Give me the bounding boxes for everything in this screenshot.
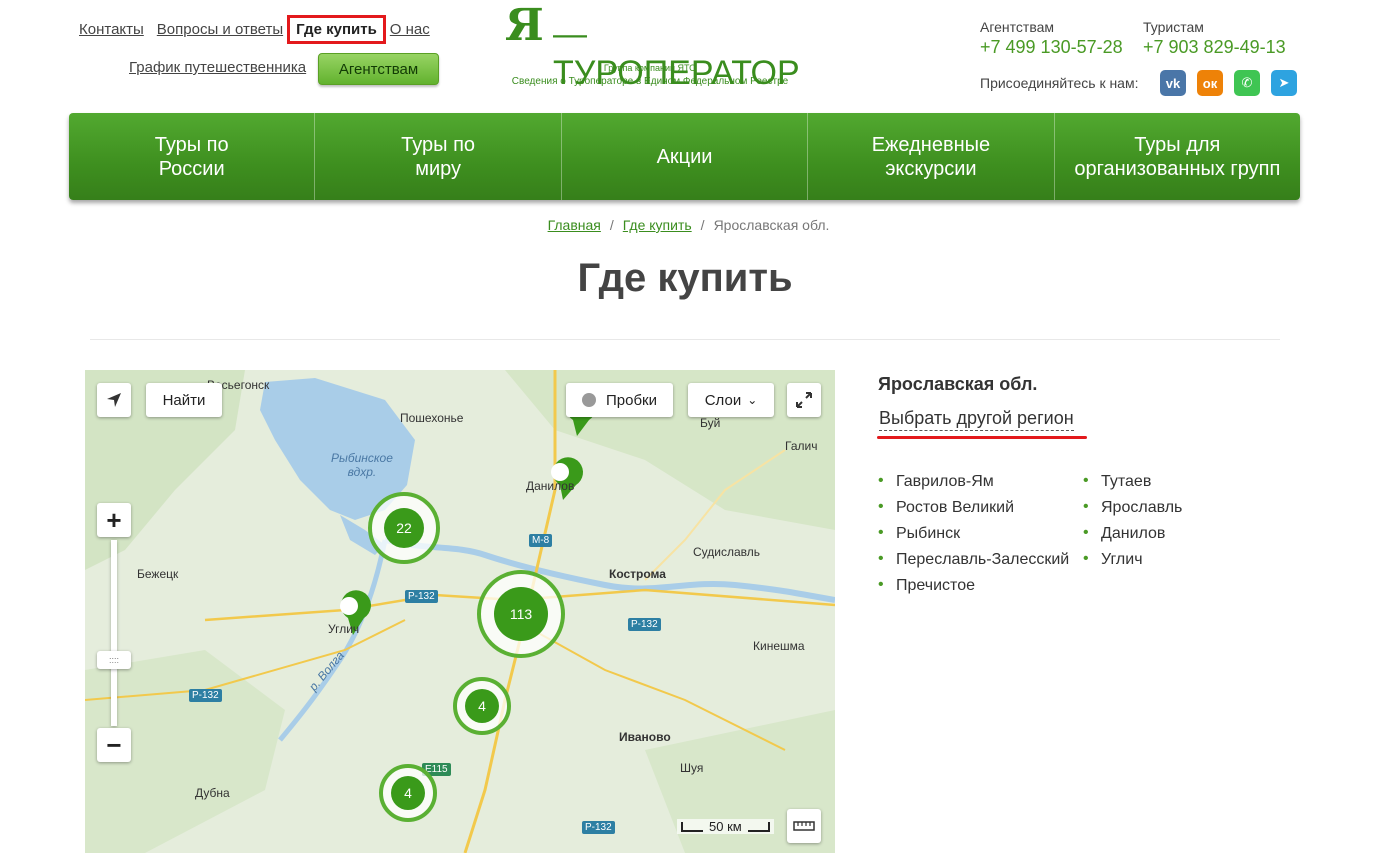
road-badge: Р-132	[628, 618, 661, 631]
nav-world-tours[interactable]: Туры по миру	[315, 113, 562, 200]
traffic-button[interactable]: Пробки	[566, 383, 673, 417]
chevron-down-icon: ⌄	[747, 393, 758, 407]
map-cluster[interactable]: 113	[477, 570, 565, 658]
location-arrow-icon	[107, 393, 121, 407]
telegram-icon[interactable]: ➤	[1271, 70, 1297, 96]
layers-label: Слои	[704, 391, 742, 409]
nav-daily-excursions[interactable]: Ежедневные экскурсии	[808, 113, 1055, 200]
logo-subtitle: Группа компаний ЯТО	[603, 63, 697, 73]
join-label: Присоединяйтесь к нам:	[980, 75, 1139, 91]
breadcrumb-home[interactable]: Главная	[548, 217, 601, 233]
zoom-in-button[interactable]: +	[97, 503, 131, 537]
road-badge: Р-132	[405, 590, 438, 603]
zoom-out-button[interactable]: −	[97, 728, 131, 762]
logo-mark: Я	[505, 0, 544, 51]
ruler-icon	[793, 821, 815, 831]
nav-promotions[interactable]: Акции	[562, 113, 809, 200]
ruler-button[interactable]	[787, 809, 821, 843]
faq-link[interactable]: Вопросы и ответы	[157, 21, 283, 38]
main-nav: Туры по России Туры по миру Акции Ежедне…	[69, 113, 1300, 200]
city-link[interactable]: Пречистое	[878, 576, 1069, 603]
vk-icon[interactable]: vk	[1160, 70, 1186, 96]
page-title: Где купить	[577, 256, 793, 300]
cities-column-1: Гаврилов-Ям Ростов Великий Рыбинск Перес…	[878, 472, 1069, 603]
map-label-sudislavl: Судиславль	[693, 545, 761, 559]
road-badge: Р-132	[582, 821, 615, 834]
map-label-shuya: Шуя	[680, 761, 704, 775]
traveler-schedule-link[interactable]: График путешественника	[129, 59, 306, 76]
breadcrumb-current: Ярославская обл.	[713, 217, 830, 233]
logo[interactable]: Я —ТУРОПЕРАТОР Группа компаний ЯТО Сведе…	[505, 0, 805, 92]
map-scale: 50 км	[677, 819, 774, 834]
highlight-underline	[877, 436, 1087, 439]
breadcrumb-separator: /	[609, 217, 614, 233]
zoom-slider-handle[interactable]: ::::	[97, 651, 131, 669]
scale-label: 50 км	[709, 819, 742, 834]
fullscreen-button[interactable]	[787, 383, 821, 417]
map-label-buy: Буй	[700, 416, 721, 430]
top-links: Контакты Вопросы и ответы Где купить О н…	[79, 15, 443, 44]
city-link[interactable]: Данилов	[1083, 524, 1182, 551]
map-label-uglich: Углич	[328, 622, 360, 636]
city-link[interactable]: Тутаев	[1083, 472, 1182, 499]
city-link[interactable]: Гаврилов-Ям	[878, 472, 1069, 499]
geolocation-button[interactable]	[97, 383, 131, 417]
map-label-dubna: Дубна	[195, 786, 230, 800]
map-label-danilov: Данилов	[526, 479, 575, 493]
agencies-phone[interactable]: +7 499 130-57-28	[980, 37, 1123, 58]
nav-russia-tours[interactable]: Туры по России	[69, 113, 316, 200]
odnoklassniki-icon[interactable]: ок	[1197, 70, 1223, 96]
map-label-poshekhonye: Пошехонье	[400, 411, 464, 425]
zoom-slider-track[interactable]	[111, 540, 117, 726]
map-label-reservoir: Рыбинское вдхр.	[331, 451, 393, 479]
change-region-link[interactable]: Выбрать другой регион	[879, 408, 1074, 431]
about-link[interactable]: О нас	[390, 21, 430, 38]
breadcrumb: Главная / Где купить / Ярославская обл.	[0, 217, 1377, 233]
road-badge: М-8	[529, 534, 553, 547]
city-link[interactable]: Переславль-Залесский	[878, 550, 1069, 577]
road-badge: Р-132	[189, 689, 222, 702]
tourists-phone[interactable]: +7 903 829-49-13	[1143, 37, 1286, 58]
region-title: Ярославская обл.	[878, 374, 1038, 394]
where-to-buy-link[interactable]: Где купить	[287, 15, 386, 44]
map-label-galich: Галич	[785, 439, 818, 453]
map-background	[85, 370, 835, 853]
city-link[interactable]: Рыбинск	[878, 524, 1069, 551]
traffic-label: Пробки	[606, 391, 657, 409]
map-label-bezhetsk: Бежецк	[137, 567, 179, 581]
breadcrumb-separator: /	[700, 217, 705, 233]
map-label-ivanovo: Иваново	[619, 730, 671, 744]
map-find-button[interactable]: Найти	[146, 383, 222, 417]
nav-group-tours[interactable]: Туры для организованных групп	[1055, 113, 1300, 200]
city-link[interactable]: Ростов Великий	[878, 498, 1069, 525]
agencies-label: Агентствам	[980, 19, 1055, 35]
layers-button[interactable]: Слои ⌄	[688, 383, 774, 417]
map-label-kineshma: Кинешма	[753, 639, 805, 653]
city-link[interactable]: Ярославль	[1083, 498, 1182, 525]
city-link[interactable]: Углич	[1083, 550, 1182, 577]
whatsapp-icon[interactable]: ✆	[1234, 70, 1260, 96]
map[interactable]: Весьегонск Пошехонье Буй Галич Рыбинское…	[85, 370, 835, 853]
breadcrumb-where-to-buy[interactable]: Где купить	[623, 217, 692, 233]
map-cluster[interactable]: 4	[379, 764, 437, 822]
contacts-link[interactable]: Контакты	[79, 21, 144, 38]
map-cluster[interactable]: 22	[368, 492, 440, 564]
map-label-kostroma: Кострома	[609, 567, 666, 581]
registry-link[interactable]: Сведения о Туроператоре в Едином Федерал…	[505, 76, 795, 87]
cities-column-2: Тутаев Ярославль Данилов Углич	[1083, 472, 1182, 577]
expand-icon	[796, 392, 812, 408]
tourists-label: Туристам	[1143, 19, 1204, 35]
map-cluster[interactable]: 4	[453, 677, 511, 735]
agencies-button[interactable]: Агентствам	[318, 53, 439, 85]
divider	[90, 339, 1280, 340]
traffic-icon	[582, 393, 596, 407]
